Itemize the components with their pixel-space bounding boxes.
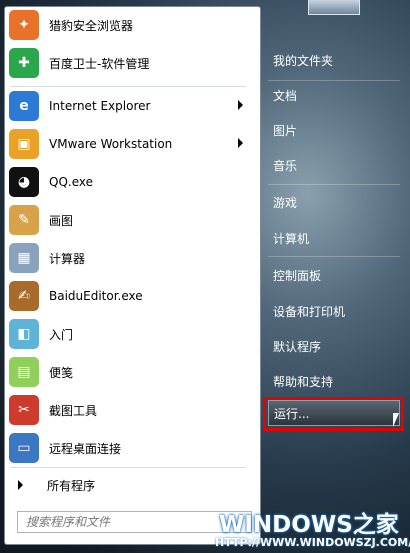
program-label: VMware Workstation (49, 137, 173, 151)
right-pane-item[interactable]: 图片 (273, 122, 297, 139)
sticky-notes-icon: ▤ (9, 357, 39, 387)
watermark-sub: HTTP://WWW.WINDOWSZJ.COM/ (215, 536, 410, 549)
qq-penguin-icon: ◕ (9, 167, 39, 197)
right-pane-item[interactable]: 控制面板 (273, 267, 321, 284)
program-item[interactable]: ✂ 截图工具 (4, 393, 251, 427)
right-pane-item[interactable]: 文档 (273, 87, 297, 104)
program-item[interactable]: ✍ BaiduEditor.exe (4, 279, 251, 313)
program-item[interactable]: ✦ 猎豹安全浏览器 (4, 8, 251, 42)
right-pane-item[interactable]: 帮助和支持 (273, 373, 333, 390)
program-item[interactable]: ✚ 百度卫士-软件管理 (4, 46, 251, 80)
separator (10, 86, 246, 87)
right-pane-item[interactable]: 游戏 (273, 194, 297, 211)
baidu-guard-icon: ✚ (9, 48, 39, 78)
program-label: 计算器 (49, 251, 86, 266)
program-label: 便笺 (49, 365, 74, 380)
all-programs-button[interactable]: 所有程序 (4, 475, 251, 495)
right-pane-item[interactable]: 我的文件夹 (273, 52, 333, 69)
program-label: 画图 (49, 213, 74, 228)
program-label: 百度卫士-软件管理 (49, 56, 150, 71)
baidu-editor-icon: ✍ (9, 281, 39, 311)
separator (268, 256, 400, 257)
separator (268, 80, 400, 81)
separator (268, 184, 400, 185)
submenu-arrow-icon[interactable] (238, 138, 243, 148)
run-item-annotation-box (263, 397, 404, 431)
watermark-main: WINDOWS之家 (219, 512, 399, 538)
submenu-arrow-icon[interactable] (238, 100, 243, 110)
cheetah-browser-icon: ✦ (9, 10, 39, 40)
internet-explorer-icon: e (9, 91, 39, 121)
right-pane-item[interactable]: 设备和打印机 (273, 303, 345, 320)
program-item[interactable]: e Internet Explorer (4, 89, 251, 123)
program-label: BaiduEditor.exe (49, 289, 143, 303)
paint-palette-icon: ✎ (9, 205, 39, 235)
program-item[interactable]: ◧ 入门 (4, 317, 251, 351)
user-picture-tile[interactable] (308, 0, 360, 15)
program-item[interactable]: ▤ 便笺 (4, 355, 251, 389)
right-pane-item[interactable]: 计算机 (273, 230, 309, 247)
mouse-cursor-icon (393, 413, 399, 427)
all-programs-label: 所有程序 (47, 478, 96, 493)
program-label: 猎豹安全浏览器 (49, 18, 134, 33)
vmware-icon: ▣ (9, 129, 39, 159)
program-item[interactable]: ✎ 画图 (4, 203, 251, 237)
snipping-tool-icon: ✂ (9, 395, 39, 425)
program-item[interactable]: ▭ 远程桌面连接 (4, 431, 251, 465)
program-label: 截图工具 (49, 403, 98, 418)
right-pane-item[interactable]: 默认程序 (273, 338, 321, 355)
calculator-icon: ▦ (9, 243, 39, 273)
separator (10, 467, 246, 468)
program-label: 入门 (49, 327, 74, 342)
watermark: WINDOWS之家 HTTP://WWW.WINDOWSZJ.COM/ (215, 505, 410, 551)
program-item[interactable]: ◕ QQ.exe (4, 165, 251, 199)
program-label: 远程桌面连接 (49, 441, 122, 456)
remote-desktop-icon: ▭ (9, 433, 39, 463)
arrow-right-icon (18, 480, 23, 490)
right-pane-item[interactable]: 音乐 (273, 157, 297, 174)
program-item[interactable]: ▣ VMware Workstation (4, 127, 251, 161)
program-label: QQ.exe (49, 175, 93, 189)
program-item[interactable]: ▦ 计算器 (4, 241, 251, 275)
getting-started-icon: ◧ (9, 319, 39, 349)
program-label: Internet Explorer (49, 99, 151, 113)
